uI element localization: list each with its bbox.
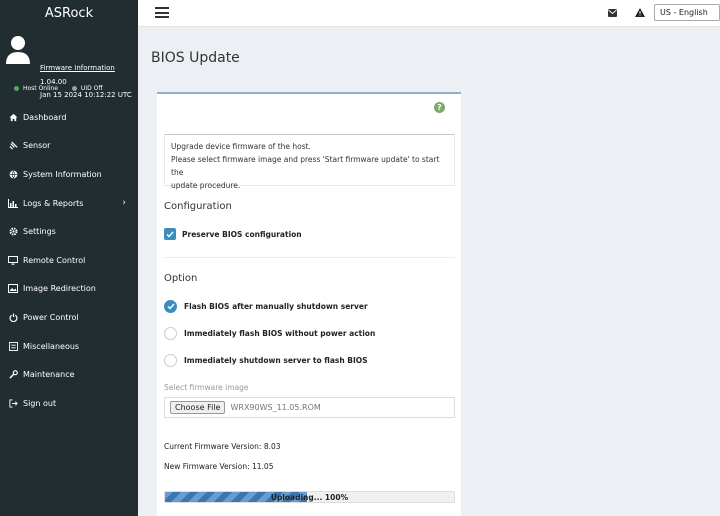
choose-file-button[interactable]: Choose File	[170, 401, 226, 414]
preserve-bios-checkbox[interactable]	[164, 228, 176, 240]
gear-icon	[8, 227, 18, 237]
monitor-icon	[8, 255, 18, 265]
section-divider	[164, 257, 455, 258]
description-line: update procedure.	[171, 181, 241, 190]
image-icon	[8, 284, 18, 294]
current-firmware-label: Current Firmware Version:	[164, 442, 262, 451]
sidebar-item-label: Remote Control	[23, 255, 86, 265]
page-title: BIOS Update	[151, 50, 240, 66]
radio-flash-after-shutdown[interactable]	[164, 300, 177, 313]
sidebar-item-label: Miscellaneous	[23, 341, 80, 351]
sidebar-item-maintenance[interactable]: Maintenance	[0, 360, 138, 389]
radio-label: Flash BIOS after manually shutdown serve…	[184, 302, 368, 311]
signout-icon	[8, 398, 18, 408]
warning-icon[interactable]	[635, 8, 645, 17]
sidebar: ASRock Firmware Information 1.04.00 Jan …	[0, 0, 138, 516]
check-icon	[166, 231, 174, 238]
description-line: Please select firmware image and press '…	[171, 155, 440, 177]
description-box: Upgrade device firmware of the host. Ple…	[164, 134, 455, 190]
menu-toggle-icon[interactable]	[155, 7, 169, 18]
new-firmware-label: New Firmware Version:	[164, 462, 250, 471]
file-label: Select firmware image	[164, 383, 249, 392]
power-icon	[8, 312, 18, 322]
language-select[interactable]: US - English	[654, 4, 720, 21]
sidebar-item-image-redirection[interactable]: Image Redirection	[0, 275, 138, 304]
firmware-information-link[interactable]: Firmware Information	[40, 64, 115, 72]
current-firmware-version: Current Firmware Version: 8.03	[164, 442, 281, 451]
sidebar-item-label: Sign out	[23, 398, 57, 408]
sidebar-item-label: Sensor	[23, 141, 51, 151]
preserve-bios-label: Preserve BIOS configuration	[182, 230, 302, 239]
uid-status-dot	[71, 86, 77, 91]
radio-label: Immediately shutdown server to flash BIO…	[184, 356, 368, 365]
uid-status: UID Off	[71, 85, 103, 92]
sidebar-item-label: Logs & Reports	[23, 198, 84, 208]
sidebar-item-label: Dashboard	[23, 112, 67, 122]
upload-progress-bar: Uploading... 100%	[164, 491, 455, 503]
host-status: Host Online	[14, 85, 58, 92]
sidebar-item-dashboard[interactable]: Dashboard	[0, 103, 138, 132]
host-status-dot	[14, 86, 19, 91]
topbar: US - English	[138, 0, 720, 27]
firmware-date: Jan 15 2024 10:12:22 UTC	[40, 91, 132, 99]
sidebar-item-remote-control[interactable]: Remote Control	[0, 246, 138, 275]
sidebar-item-label: Image Redirection	[23, 284, 96, 294]
sidebar-item-power-control[interactable]: Power Control	[0, 303, 138, 332]
mail-icon[interactable]	[608, 9, 617, 17]
check-icon	[167, 303, 175, 310]
sidebar-item-label: Maintenance	[23, 370, 75, 380]
chevron-right-icon: ›	[122, 198, 126, 209]
new-firmware-value: 11.05	[252, 462, 274, 471]
status-row: Host Online UID Off	[14, 85, 102, 92]
configuration-heading: Configuration	[164, 201, 232, 212]
bios-update-box: ? Upgrade device firmware of the host. P…	[157, 92, 461, 516]
option-heading: Option	[164, 273, 198, 284]
current-firmware-value: 8.03	[263, 442, 281, 451]
sidebar-item-sign-out[interactable]: Sign out	[0, 389, 138, 418]
sidebar-menu: Dashboard Sensor System Information Logs…	[0, 103, 138, 418]
globe-icon	[8, 169, 18, 179]
sidebar-item-label: Power Control	[23, 312, 79, 322]
firmware-file-input[interactable]: Choose File WRX90WS_11.05.ROM	[164, 397, 455, 418]
radio-flash-immediately[interactable]	[164, 327, 177, 340]
radio-shutdown-and-flash[interactable]	[164, 354, 177, 367]
uid-status-label: UID Off	[80, 85, 103, 92]
sidebar-item-miscellaneous[interactable]: Miscellaneous	[0, 332, 138, 361]
sidebar-item-sensor[interactable]: Sensor	[0, 132, 138, 161]
wrench-icon	[8, 370, 18, 380]
list-icon	[8, 341, 18, 351]
user-avatar-icon	[6, 36, 30, 64]
sidebar-item-label: System Information	[23, 169, 102, 179]
sidebar-item-settings[interactable]: Settings	[0, 217, 138, 246]
help-icon[interactable]: ?	[434, 102, 445, 113]
file-name: WRX90WS_11.05.ROM	[230, 403, 321, 412]
sidebar-item-logs-reports[interactable]: Logs & Reports ›	[0, 189, 138, 218]
sensor-icon	[8, 141, 18, 151]
sidebar-item-system-information[interactable]: System Information	[0, 160, 138, 189]
home-icon	[8, 112, 18, 122]
bar-chart-icon	[8, 198, 18, 208]
description-line: Upgrade device firmware of the host.	[171, 142, 311, 151]
new-firmware-version: New Firmware Version: 11.05	[164, 462, 273, 471]
progress-text: Uploading... 100%	[270, 492, 349, 502]
host-status-label: Host Online	[23, 85, 58, 92]
sidebar-item-label: Settings	[23, 227, 56, 237]
radio-label: Immediately flash BIOS without power act…	[184, 329, 376, 338]
brand-logo[interactable]: ASRock	[0, 0, 138, 27]
